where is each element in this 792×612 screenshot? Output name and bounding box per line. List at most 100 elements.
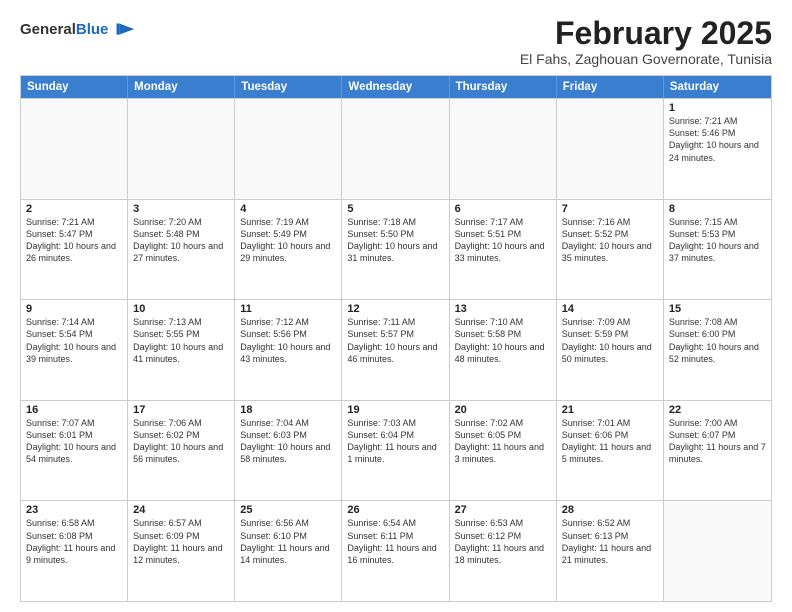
cell-info: Sunrise: 7:02 AM Sunset: 6:05 PM Dayligh…	[455, 417, 551, 466]
cal-cell-r4-c2: 25Sunrise: 6:56 AM Sunset: 6:10 PM Dayli…	[235, 501, 342, 601]
cell-info: Sunrise: 7:18 AM Sunset: 5:50 PM Dayligh…	[347, 216, 443, 265]
day-number: 12	[347, 303, 443, 315]
cal-cell-r1-c5: 7Sunrise: 7:16 AM Sunset: 5:52 PM Daylig…	[557, 200, 664, 300]
cal-cell-r0-c0	[21, 99, 128, 199]
cell-info: Sunrise: 7:21 AM Sunset: 5:46 PM Dayligh…	[669, 115, 766, 164]
cal-cell-r0-c5	[557, 99, 664, 199]
header-saturday: Saturday	[664, 76, 771, 98]
cal-cell-r3-c2: 18Sunrise: 7:04 AM Sunset: 6:03 PM Dayli…	[235, 401, 342, 501]
day-number: 23	[26, 504, 122, 516]
cal-cell-r0-c4	[450, 99, 557, 199]
cell-info: Sunrise: 7:11 AM Sunset: 5:57 PM Dayligh…	[347, 316, 443, 365]
cal-cell-r4-c5: 28Sunrise: 6:52 AM Sunset: 6:13 PM Dayli…	[557, 501, 664, 601]
cal-cell-r2-c2: 11Sunrise: 7:12 AM Sunset: 5:56 PM Dayli…	[235, 300, 342, 400]
day-number: 18	[240, 404, 336, 416]
calendar-row-0: 1Sunrise: 7:21 AM Sunset: 5:46 PM Daylig…	[21, 98, 771, 199]
day-number: 26	[347, 504, 443, 516]
day-number: 1	[669, 102, 766, 114]
day-number: 17	[133, 404, 229, 416]
cell-info: Sunrise: 7:12 AM Sunset: 5:56 PM Dayligh…	[240, 316, 336, 365]
header-friday: Friday	[557, 76, 664, 98]
cell-info: Sunrise: 6:52 AM Sunset: 6:13 PM Dayligh…	[562, 517, 658, 566]
day-number: 7	[562, 203, 658, 215]
cell-info: Sunrise: 7:20 AM Sunset: 5:48 PM Dayligh…	[133, 216, 229, 265]
header-wednesday: Wednesday	[342, 76, 449, 98]
calendar-body: 1Sunrise: 7:21 AM Sunset: 5:46 PM Daylig…	[21, 98, 771, 601]
cal-cell-r4-c4: 27Sunrise: 6:53 AM Sunset: 6:12 PM Dayli…	[450, 501, 557, 601]
cal-cell-r0-c2	[235, 99, 342, 199]
day-number: 28	[562, 504, 658, 516]
cal-cell-r2-c6: 15Sunrise: 7:08 AM Sunset: 6:00 PM Dayli…	[664, 300, 771, 400]
page-subtitle: El Fahs, Zaghouan Governorate, Tunisia	[520, 51, 772, 67]
calendar-row-2: 9Sunrise: 7:14 AM Sunset: 5:54 PM Daylig…	[21, 299, 771, 400]
day-number: 11	[240, 303, 336, 315]
day-number: 5	[347, 203, 443, 215]
cell-info: Sunrise: 7:10 AM Sunset: 5:58 PM Dayligh…	[455, 316, 551, 365]
page: GeneralBlue February 2025 El Fahs, Zagho…	[0, 0, 792, 612]
cal-cell-r3-c0: 16Sunrise: 7:07 AM Sunset: 6:01 PM Dayli…	[21, 401, 128, 501]
day-number: 2	[26, 203, 122, 215]
cal-cell-r3-c4: 20Sunrise: 7:02 AM Sunset: 6:05 PM Dayli…	[450, 401, 557, 501]
cell-info: Sunrise: 7:04 AM Sunset: 6:03 PM Dayligh…	[240, 417, 336, 466]
day-number: 10	[133, 303, 229, 315]
cell-info: Sunrise: 7:13 AM Sunset: 5:55 PM Dayligh…	[133, 316, 229, 365]
cal-cell-r4-c3: 26Sunrise: 6:54 AM Sunset: 6:11 PM Dayli…	[342, 501, 449, 601]
day-number: 8	[669, 203, 766, 215]
cell-info: Sunrise: 6:58 AM Sunset: 6:08 PM Dayligh…	[26, 517, 122, 566]
day-number: 24	[133, 504, 229, 516]
calendar-row-3: 16Sunrise: 7:07 AM Sunset: 6:01 PM Dayli…	[21, 400, 771, 501]
day-number: 27	[455, 504, 551, 516]
day-number: 21	[562, 404, 658, 416]
cal-cell-r2-c1: 10Sunrise: 7:13 AM Sunset: 5:55 PM Dayli…	[128, 300, 235, 400]
logo-icon	[110, 16, 138, 44]
day-number: 15	[669, 303, 766, 315]
day-number: 20	[455, 404, 551, 416]
cell-info: Sunrise: 7:00 AM Sunset: 6:07 PM Dayligh…	[669, 417, 766, 466]
day-number: 19	[347, 404, 443, 416]
calendar: Sunday Monday Tuesday Wednesday Thursday…	[20, 75, 772, 602]
cal-cell-r3-c1: 17Sunrise: 7:06 AM Sunset: 6:02 PM Dayli…	[128, 401, 235, 501]
header-thursday: Thursday	[450, 76, 557, 98]
cell-info: Sunrise: 7:16 AM Sunset: 5:52 PM Dayligh…	[562, 216, 658, 265]
cell-info: Sunrise: 7:08 AM Sunset: 6:00 PM Dayligh…	[669, 316, 766, 365]
cal-cell-r1-c2: 4Sunrise: 7:19 AM Sunset: 5:49 PM Daylig…	[235, 200, 342, 300]
cal-cell-r1-c6: 8Sunrise: 7:15 AM Sunset: 5:53 PM Daylig…	[664, 200, 771, 300]
cal-cell-r3-c5: 21Sunrise: 7:01 AM Sunset: 6:06 PM Dayli…	[557, 401, 664, 501]
header-sunday: Sunday	[21, 76, 128, 98]
cal-cell-r1-c1: 3Sunrise: 7:20 AM Sunset: 5:48 PM Daylig…	[128, 200, 235, 300]
logo-blue-text: Blue	[76, 21, 109, 38]
cell-info: Sunrise: 7:15 AM Sunset: 5:53 PM Dayligh…	[669, 216, 766, 265]
header-tuesday: Tuesday	[235, 76, 342, 98]
cell-info: Sunrise: 7:03 AM Sunset: 6:04 PM Dayligh…	[347, 417, 443, 466]
cal-cell-r2-c0: 9Sunrise: 7:14 AM Sunset: 5:54 PM Daylig…	[21, 300, 128, 400]
cell-info: Sunrise: 7:14 AM Sunset: 5:54 PM Dayligh…	[26, 316, 122, 365]
day-number: 6	[455, 203, 551, 215]
cell-info: Sunrise: 7:06 AM Sunset: 6:02 PM Dayligh…	[133, 417, 229, 466]
day-number: 9	[26, 303, 122, 315]
cell-info: Sunrise: 7:01 AM Sunset: 6:06 PM Dayligh…	[562, 417, 658, 466]
day-number: 4	[240, 203, 336, 215]
calendar-header: Sunday Monday Tuesday Wednesday Thursday…	[21, 76, 771, 98]
cal-cell-r4-c6	[664, 501, 771, 601]
cell-info: Sunrise: 7:17 AM Sunset: 5:51 PM Dayligh…	[455, 216, 551, 265]
day-number: 22	[669, 404, 766, 416]
cell-info: Sunrise: 7:21 AM Sunset: 5:47 PM Dayligh…	[26, 216, 122, 265]
day-number: 16	[26, 404, 122, 416]
cell-info: Sunrise: 6:56 AM Sunset: 6:10 PM Dayligh…	[240, 517, 336, 566]
logo-general-text: General	[20, 21, 76, 38]
cal-cell-r0-c1	[128, 99, 235, 199]
cal-cell-r2-c3: 12Sunrise: 7:11 AM Sunset: 5:57 PM Dayli…	[342, 300, 449, 400]
day-number: 25	[240, 504, 336, 516]
cell-info: Sunrise: 7:19 AM Sunset: 5:49 PM Dayligh…	[240, 216, 336, 265]
cal-cell-r4-c1: 24Sunrise: 6:57 AM Sunset: 6:09 PM Dayli…	[128, 501, 235, 601]
logo: GeneralBlue	[20, 16, 138, 44]
cal-cell-r4-c0: 23Sunrise: 6:58 AM Sunset: 6:08 PM Dayli…	[21, 501, 128, 601]
header: GeneralBlue February 2025 El Fahs, Zagho…	[20, 16, 772, 67]
cell-info: Sunrise: 6:54 AM Sunset: 6:11 PM Dayligh…	[347, 517, 443, 566]
cell-info: Sunrise: 7:09 AM Sunset: 5:59 PM Dayligh…	[562, 316, 658, 365]
cal-cell-r3-c6: 22Sunrise: 7:00 AM Sunset: 6:07 PM Dayli…	[664, 401, 771, 501]
calendar-row-4: 23Sunrise: 6:58 AM Sunset: 6:08 PM Dayli…	[21, 500, 771, 601]
page-title: February 2025	[520, 16, 772, 51]
cal-cell-r3-c3: 19Sunrise: 7:03 AM Sunset: 6:04 PM Dayli…	[342, 401, 449, 501]
cal-cell-r2-c5: 14Sunrise: 7:09 AM Sunset: 5:59 PM Dayli…	[557, 300, 664, 400]
